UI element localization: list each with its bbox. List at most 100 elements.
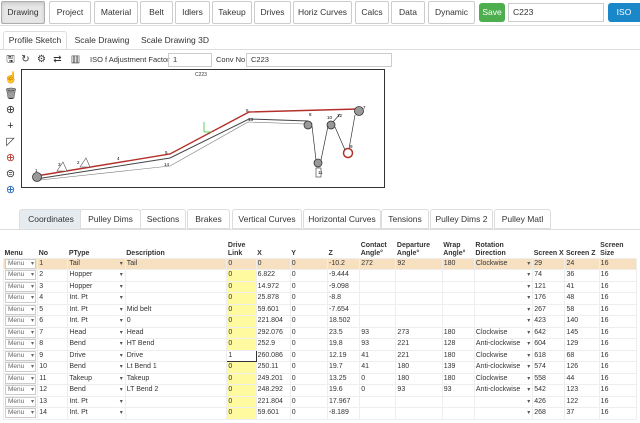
table-cell[interactable]: 24 bbox=[564, 257, 600, 270]
row-menu-button[interactable]: Menu bbox=[5, 316, 36, 327]
table-cell[interactable]: 16 bbox=[598, 257, 638, 270]
table-cell[interactable]: 93 bbox=[359, 326, 397, 339]
tab-drawing[interactable]: Drawing bbox=[1, 1, 45, 24]
table-cell[interactable] bbox=[395, 269, 443, 282]
table-cell[interactable]: 221 bbox=[395, 349, 443, 362]
table-cell[interactable]: 0 bbox=[226, 407, 257, 420]
table-cell[interactable]: 10 bbox=[37, 361, 69, 374]
swap-icon[interactable]: ⇄ bbox=[52, 54, 63, 65]
table-cell[interactable]: 0 bbox=[289, 303, 329, 316]
takeup-pulley[interactable] bbox=[313, 158, 323, 168]
table-cell[interactable]: 93 bbox=[441, 384, 475, 397]
tab-coordinates[interactable]: Coordinates bbox=[19, 209, 83, 229]
table-cell[interactable]: ▾ bbox=[473, 292, 534, 305]
table-cell[interactable]: 7 bbox=[37, 326, 69, 339]
table-cell[interactable]: 139 bbox=[441, 361, 475, 374]
table-cell[interactable] bbox=[359, 280, 397, 293]
table-cell[interactable]: 36 bbox=[564, 269, 600, 282]
table-cell[interactable]: 574 bbox=[532, 361, 566, 374]
table-cell[interactable]: 0 bbox=[226, 315, 257, 328]
table-cell[interactable] bbox=[441, 395, 475, 408]
table-cell[interactable]: 16 bbox=[598, 338, 638, 351]
refresh-icon[interactable]: ↻ bbox=[20, 54, 31, 65]
table-cell[interactable]: 16 bbox=[598, 384, 638, 397]
table-cell[interactable]: 180 bbox=[395, 361, 443, 374]
table-cell[interactable]: LT Bend 2 bbox=[124, 384, 228, 397]
row-menu-button[interactable]: Menu bbox=[5, 258, 36, 269]
row-menu-button[interactable]: Menu bbox=[5, 281, 36, 292]
table-cell[interactable]: 92 bbox=[395, 257, 443, 270]
table-cell[interactable]: Int. Pt ▾ bbox=[67, 407, 126, 420]
tab-scale-drawing[interactable]: Scale Drawing bbox=[70, 31, 134, 50]
table-cell[interactable]: 140 bbox=[564, 315, 600, 328]
table-cell[interactable]: 16 bbox=[598, 280, 638, 293]
table-cell[interactable]: 145 bbox=[564, 326, 600, 339]
table-cell[interactable]: 0 bbox=[226, 292, 257, 305]
table-cell[interactable]: Bend ▾ bbox=[67, 361, 126, 374]
table-cell[interactable]: Hopper ▾ bbox=[67, 269, 126, 282]
table-cell[interactable]: ▾ bbox=[473, 280, 534, 293]
table-cell[interactable]: 180 bbox=[395, 372, 443, 385]
table-cell[interactable]: ▾ bbox=[473, 315, 534, 328]
tab-tensions[interactable]: Tensions bbox=[381, 209, 429, 229]
table-cell[interactable]: 16 bbox=[598, 395, 638, 408]
table-cell[interactable] bbox=[124, 395, 228, 408]
table-cell[interactable]: 14.972 bbox=[255, 280, 291, 293]
table-cell[interactable]: 542 bbox=[532, 384, 566, 397]
table-cell[interactable]: 618 bbox=[532, 349, 566, 362]
table-cell[interactable]: 0 bbox=[289, 349, 329, 362]
table-cell[interactable]: 16 bbox=[598, 315, 638, 328]
row-menu-button[interactable]: Menu bbox=[5, 304, 36, 315]
table-cell[interactable]: Hopper ▾ bbox=[67, 280, 126, 293]
profile-sketch-canvas[interactable]: C223 1 3 2 4 5 6 7 8 9 10 11 12 13 14 bbox=[21, 69, 385, 188]
table-cell[interactable]: Tail ▾ bbox=[67, 257, 126, 270]
table-cell[interactable]: 221 bbox=[395, 338, 443, 351]
table-cell[interactable]: 17.967 bbox=[326, 395, 361, 408]
table-cell[interactable] bbox=[441, 315, 475, 328]
table-cell[interactable]: 642 bbox=[532, 326, 566, 339]
row-menu-button[interactable]: Menu bbox=[5, 339, 36, 350]
table-cell[interactable]: 180 bbox=[441, 257, 475, 270]
row-menu-button[interactable]: Menu bbox=[5, 270, 36, 281]
table-cell[interactable]: Clockwise ▾ bbox=[473, 257, 534, 270]
table-cell[interactable]: 0 bbox=[289, 257, 329, 270]
tab-vertical-curves[interactable]: Vertical Curves bbox=[232, 209, 302, 229]
table-cell[interactable]: 44 bbox=[564, 372, 600, 385]
table-cell[interactable]: 8 bbox=[37, 338, 69, 351]
table-cell[interactable] bbox=[395, 303, 443, 316]
table-cell[interactable]: 68 bbox=[564, 349, 600, 362]
table-cell[interactable]: 59.601 bbox=[255, 407, 291, 420]
table-cell[interactable]: 248.292 bbox=[255, 384, 291, 397]
table-cell[interactable]: 12 bbox=[37, 384, 69, 397]
row-menu-button[interactable]: Menu bbox=[5, 396, 36, 407]
tab-scale-drawing-3d[interactable]: Scale Drawing 3D bbox=[137, 31, 213, 50]
table-cell[interactable]: 13 bbox=[37, 395, 69, 408]
table-cell[interactable]: -7.654 bbox=[326, 303, 361, 316]
table-cell[interactable]: Int. Pt ▾ bbox=[67, 292, 126, 305]
bend-pulley-10[interactable] bbox=[303, 120, 313, 130]
draw-segment-icon[interactable]: ◸ bbox=[4, 136, 17, 149]
table-cell[interactable]: 0 bbox=[226, 303, 257, 316]
row-menu-button[interactable]: Menu bbox=[5, 293, 36, 304]
table-cell[interactable]: 6 bbox=[37, 315, 69, 328]
table-row[interactable]: Menu8Bend▾HT Bend0252.9019.893221128Anti… bbox=[2, 338, 638, 351]
table-cell[interactable]: 0 bbox=[226, 269, 257, 282]
table-cell[interactable]: -10.2 bbox=[326, 257, 361, 270]
iso-button[interactable]: ISO bbox=[608, 3, 640, 22]
table-cell[interactable]: 0 bbox=[226, 372, 257, 385]
table-cell[interactable]: 16 bbox=[598, 372, 638, 385]
table-cell[interactable]: 604 bbox=[532, 338, 566, 351]
row-menu-button[interactable]: Menu bbox=[5, 385, 36, 396]
table-cell[interactable]: 41 bbox=[359, 361, 397, 374]
table-cell[interactable]: 0 bbox=[289, 280, 329, 293]
table-cell[interactable]: 180 bbox=[441, 326, 475, 339]
table-cell[interactable]: 93 bbox=[359, 338, 397, 351]
table-cell[interactable]: 25.878 bbox=[255, 292, 291, 305]
table-cell[interactable]: Int. Pt ▾ bbox=[67, 395, 126, 408]
table-cell[interactable]: Lt Bend 1 bbox=[124, 361, 228, 374]
tab-belt[interactable]: Belt bbox=[140, 1, 173, 24]
table-cell[interactable]: 19.6 bbox=[326, 384, 361, 397]
table-row[interactable]: Menu5Int. Pt▾Mid belt059.6010-7.654▾2675… bbox=[2, 303, 638, 316]
tab-horiz-curves[interactable]: Horiz Curves bbox=[293, 1, 352, 24]
row-menu-button[interactable]: Menu bbox=[5, 373, 36, 384]
